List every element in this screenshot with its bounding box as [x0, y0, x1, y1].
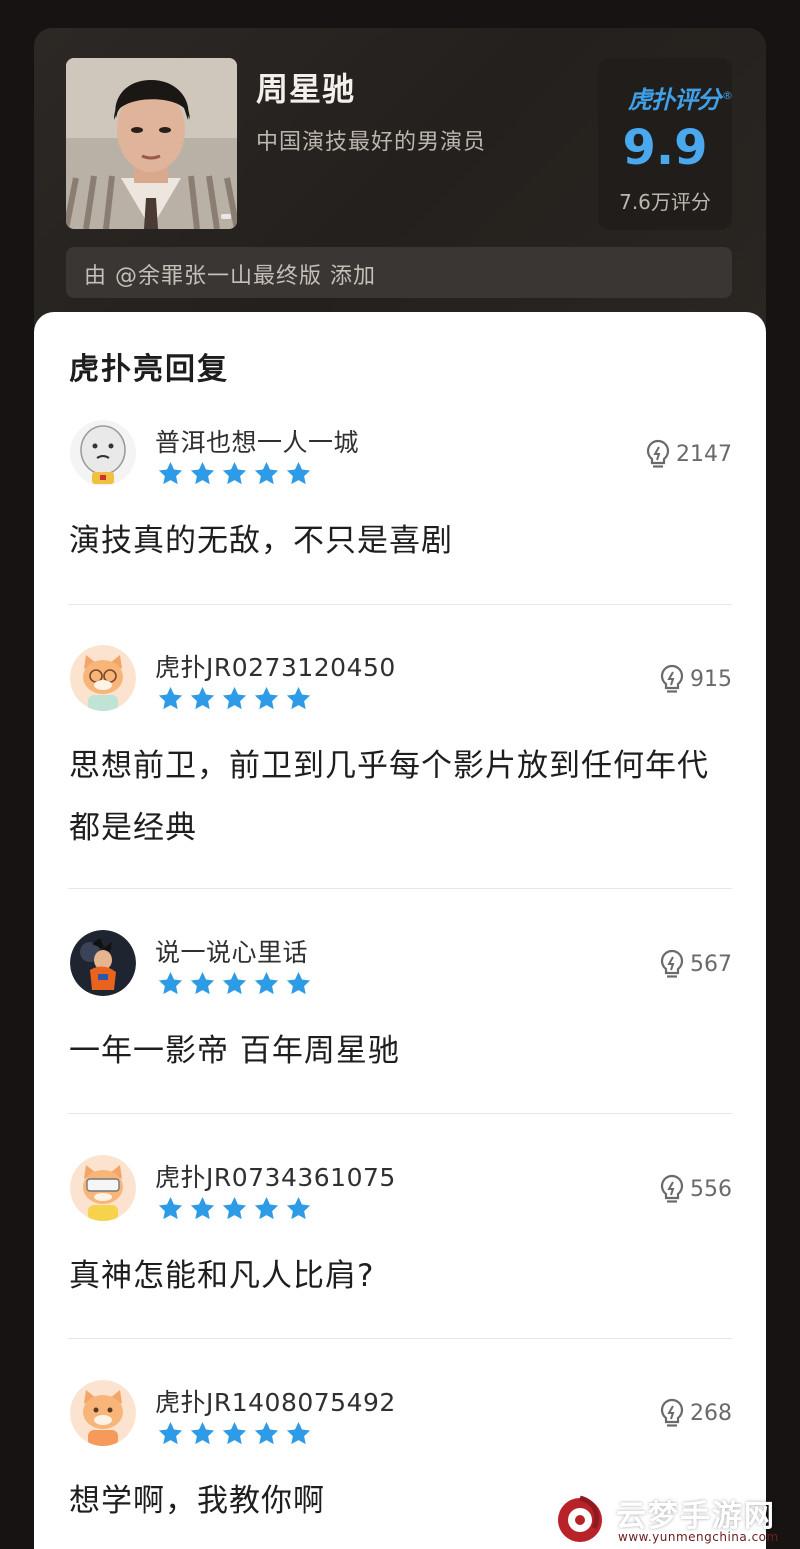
comment-text: 思想前卫，前卫到几乎每个影片放到任何年代都是经典: [69, 748, 709, 846]
star-icon: [190, 687, 215, 710]
comment-text: 演技真的无敌，不只是喜剧: [69, 523, 453, 559]
avatar[interactable]: [70, 930, 136, 996]
celebrity-description: 中国演技最好的男演员: [256, 130, 487, 155]
rating-brand-text: 虎扑评分: [628, 86, 721, 114]
like-count: 567: [690, 951, 732, 977]
celebrity-name: 周星驰: [256, 70, 356, 108]
comment-username[interactable]: 虎扑JR1408075492: [155, 1383, 396, 1419]
like-button[interactable]: 556: [658, 1173, 732, 1205]
star-icon: [222, 687, 247, 710]
star-icon: [286, 1422, 311, 1445]
like-button[interactable]: 915: [658, 663, 732, 695]
star-icon: [286, 1197, 311, 1220]
star-icon: [158, 1422, 183, 1445]
like-count: 556: [690, 1176, 732, 1202]
star-icon: [158, 1197, 183, 1220]
comment-text: 真神怎能和凡人比肩?: [69, 1258, 375, 1294]
star-icon: [286, 462, 311, 485]
star-rating: [157, 1195, 312, 1222]
like-count: 268: [690, 1400, 732, 1426]
page: 周星驰 中国演技最好的男演员 虎扑评分 ® 9.9 7.6万评分 由 @余罪张一山…: [0, 0, 800, 1549]
avatar[interactable]: [70, 1155, 136, 1221]
lightbulb-icon: [660, 1174, 684, 1203]
comment-username[interactable]: 虎扑JR0734361075: [155, 1158, 396, 1194]
star-icon: [190, 1422, 215, 1445]
star-icon: [254, 1422, 279, 1445]
star-icon: [286, 972, 311, 995]
divider: [68, 604, 732, 605]
rating-score: 9.9: [622, 120, 708, 176]
lightbulb-icon: [646, 439, 670, 468]
star-rating: [157, 685, 312, 712]
watermark-url: www.yunmengchina.com: [618, 1530, 779, 1544]
avatar[interactable]: [70, 420, 136, 486]
star-icon: [222, 972, 247, 995]
lightbulb-icon: [660, 664, 684, 693]
watermark-name: 云梦手游网: [616, 1499, 776, 1534]
replies-card: [34, 312, 766, 1549]
rating-brand-logo: 虎扑评分 ®: [628, 80, 733, 115]
comment-text: 一年一影帝 百年周星驰: [69, 1033, 400, 1069]
divider: [68, 1113, 732, 1114]
star-rating: [157, 970, 312, 997]
divider: [68, 1338, 732, 1339]
star-icon: [286, 687, 311, 710]
star-icon: [254, 687, 279, 710]
like-count: 2147: [676, 441, 732, 467]
star-rating: [157, 1420, 312, 1447]
rating-count: 7.6万评分: [619, 190, 711, 214]
star-icon: [254, 462, 279, 485]
lightbulb-icon: [660, 949, 684, 978]
star-icon: [158, 687, 183, 710]
star-icon: [190, 1197, 215, 1220]
like-button[interactable]: 2147: [644, 438, 732, 470]
like-count: 915: [690, 666, 732, 692]
divider: [68, 888, 732, 889]
registered-mark: ®: [722, 89, 733, 102]
lightbulb-icon: [660, 1398, 684, 1427]
like-button[interactable]: 567: [658, 948, 732, 980]
celebrity-portrait[interactable]: [66, 58, 237, 229]
star-rating: [157, 460, 312, 487]
star-icon: [190, 972, 215, 995]
avatar[interactable]: [70, 1380, 136, 1446]
star-icon: [222, 1197, 247, 1220]
added-by-text: 由 @余罪张一山最终版 添加: [84, 264, 376, 289]
like-button[interactable]: 268: [658, 1397, 732, 1429]
comment-username[interactable]: 说一说心里话: [155, 933, 308, 969]
star-icon: [158, 462, 183, 485]
comment-username[interactable]: 虎扑JR0273120450: [155, 648, 396, 684]
star-icon: [222, 462, 247, 485]
star-icon: [222, 1422, 247, 1445]
star-icon: [190, 462, 215, 485]
avatar[interactable]: [70, 645, 136, 711]
section-title: 虎扑亮回复: [69, 352, 229, 387]
star-icon: [254, 972, 279, 995]
comment-username[interactable]: 普洱也想一人一城: [155, 423, 359, 459]
star-icon: [158, 972, 183, 995]
star-icon: [254, 1197, 279, 1220]
